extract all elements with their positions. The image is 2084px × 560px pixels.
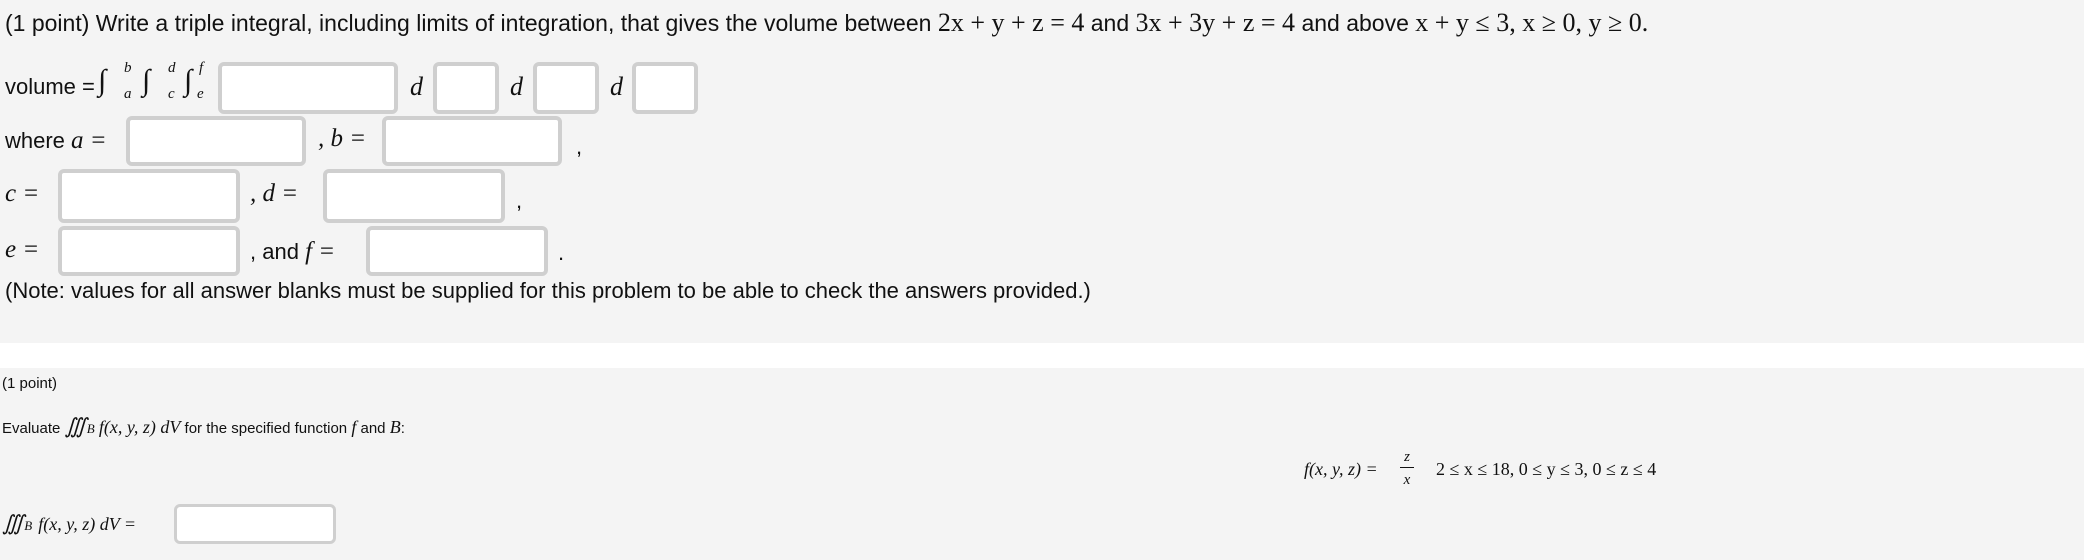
c-input[interactable] bbox=[58, 169, 240, 223]
note-text: (Note: values for all answer blanks must… bbox=[5, 278, 1091, 303]
integral-sign-3: ∫ bbox=[184, 64, 193, 97]
e-input[interactable] bbox=[58, 226, 240, 276]
B-variable: B bbox=[389, 417, 401, 437]
e-equals: e = bbox=[5, 236, 40, 263]
a-equals: a = bbox=[71, 127, 107, 154]
plane-2-equation: 3x + 3y + z = 4 bbox=[1135, 8, 1296, 37]
and-text-3: and bbox=[360, 420, 386, 437]
differential-d-1: d bbox=[410, 72, 423, 101]
differential-d-2: d bbox=[510, 72, 523, 101]
f-input[interactable] bbox=[366, 226, 548, 276]
comma-after-d: , bbox=[516, 188, 523, 213]
upper-limit-d: d bbox=[168, 60, 176, 76]
differential-1-input[interactable] bbox=[433, 62, 499, 114]
problem-2-statement: Evaluate ∭B f(x, y, z) dV for the specif… bbox=[2, 414, 405, 439]
d-equals: , d = bbox=[250, 180, 299, 207]
fraction-numerator: z bbox=[1404, 449, 1410, 465]
and-f-label: , and f = bbox=[250, 238, 335, 266]
d-input[interactable] bbox=[323, 169, 505, 223]
volume-label: volume = bbox=[5, 74, 95, 99]
answer-label: ∭B f(x, y, z) dV = bbox=[2, 510, 136, 536]
problem-2-points: (1 point) bbox=[2, 375, 58, 392]
upper-limit-f: f bbox=[199, 60, 204, 76]
f-equals: f = bbox=[305, 238, 336, 265]
integrand-expression: f(x, y, z) dV bbox=[98, 417, 181, 437]
and-text-2: , and bbox=[250, 239, 299, 264]
answer-region-subscript: B bbox=[24, 518, 33, 533]
fraction-bar bbox=[1400, 467, 1414, 468]
comma-after-b: , bbox=[576, 134, 583, 159]
where-text: where bbox=[5, 128, 65, 153]
evaluate-text: Evaluate bbox=[2, 420, 61, 437]
answer-triple-integral-sign: ∭ bbox=[2, 511, 25, 535]
integrand-input[interactable] bbox=[218, 62, 398, 114]
plane-1-equation: 2x + y + z = 4 bbox=[937, 8, 1085, 37]
triple-integral-sign: ∭ bbox=[64, 414, 87, 438]
integral-sign-1: ∫ bbox=[98, 64, 107, 97]
region-subscript: B bbox=[86, 421, 95, 436]
and-text: and bbox=[1090, 10, 1130, 36]
differential-3-input[interactable] bbox=[632, 62, 698, 114]
b-equals: , b = bbox=[318, 125, 367, 152]
region-inequalities: x + y ≤ 3, x ≥ 0, y ≥ 0. bbox=[1415, 8, 1649, 37]
answer-expression: f(x, y, z) dV = bbox=[38, 514, 137, 534]
problem-1-statement: (1 point) Write a triple integral, inclu… bbox=[5, 8, 1648, 38]
region-bounds: 2 ≤ x ≤ 18, 0 ≤ y ≤ 3, 0 ≤ z ≤ 4 bbox=[1436, 459, 1657, 479]
lower-limit-c: c bbox=[168, 86, 175, 102]
upper-limit-b: b bbox=[124, 60, 132, 76]
problem-1-prefix: (1 point) Write a triple integral, inclu… bbox=[5, 10, 932, 36]
c-equals: c = bbox=[5, 180, 40, 207]
b-input[interactable] bbox=[382, 116, 562, 166]
and-above-text: and above bbox=[1301, 10, 1409, 36]
lower-limit-e: e bbox=[197, 86, 204, 102]
integral-sign-2: ∫ bbox=[142, 64, 151, 97]
for-specified-text: for the specified function bbox=[184, 420, 348, 437]
function-definition: f(x, y, z) = bbox=[1304, 459, 1378, 479]
fraction-denominator: x bbox=[1403, 472, 1411, 488]
f-variable: f bbox=[351, 417, 357, 437]
colon: : bbox=[400, 420, 405, 437]
differential-2-input[interactable] bbox=[533, 62, 599, 114]
period-after-f: . bbox=[558, 240, 565, 265]
triple-integral-answer-input[interactable] bbox=[174, 504, 336, 544]
where-a-label: where a = bbox=[5, 127, 107, 155]
differential-d-3: d bbox=[610, 72, 623, 101]
lower-limit-a: a bbox=[124, 86, 132, 102]
a-input[interactable] bbox=[126, 116, 306, 166]
